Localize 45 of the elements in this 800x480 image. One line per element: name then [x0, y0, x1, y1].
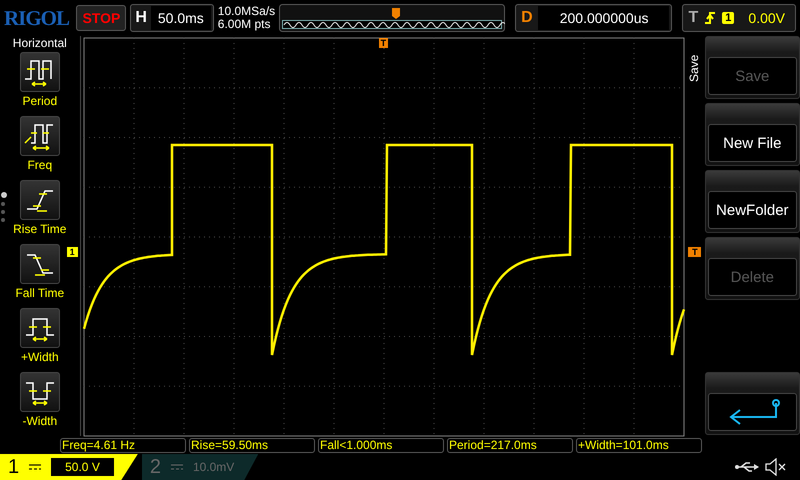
fall-measure-button[interactable]: [20, 244, 60, 284]
trigger-level-marker[interactable]: T: [688, 247, 701, 257]
horizontal-label: H: [134, 9, 148, 27]
delay-display[interactable]: D 200.000000us: [515, 4, 672, 32]
menu-button[interactable]: NewFolder: [708, 191, 797, 229]
back-button[interactable]: [708, 393, 797, 431]
menu-button[interactable]: New File: [708, 124, 797, 162]
pwidth-measure-button[interactable]: [20, 308, 60, 348]
menu-title: Horizontal: [12, 36, 67, 50]
measure-label: Period: [22, 94, 58, 108]
horizontal-scale-value: 50.0ms: [150, 6, 211, 30]
memory-depth: 6.00M pts: [218, 18, 272, 31]
measurement-readout: Fall<1.000ms: [318, 438, 444, 452]
measurement-readout: Freq=4.61 Hz: [60, 438, 186, 452]
dc-coupling-icon: [170, 463, 183, 471]
channel-offset-marker[interactable]: 1: [66, 247, 78, 257]
trigger-position-marker[interactable]: T: [378, 38, 388, 48]
trigger-display[interactable]: T 1 0.00V: [682, 4, 796, 32]
measure-label: Rise Time: [13, 222, 66, 236]
measure-label: +Width: [20, 350, 59, 364]
measure-label: Fall Time: [15, 286, 64, 300]
brand-logo: RIGOL: [4, 6, 70, 30]
measurement-readout: Period=217.0ms: [447, 438, 573, 452]
usb-icon: [734, 460, 760, 474]
trigger-level: 0.00V: [748, 10, 785, 26]
period-measure-button[interactable]: [20, 52, 60, 92]
trigger-source: 1: [722, 12, 734, 24]
delay-label: D: [520, 9, 534, 27]
trigger-label: T: [688, 9, 698, 27]
dc-coupling-icon: [29, 463, 42, 471]
rising-edge-icon: [704, 11, 716, 25]
measure-label: -Width: [22, 414, 58, 428]
measure-label: Freq: [27, 158, 52, 172]
channel-tab[interactable]: 1 50.0 V: [0, 454, 138, 480]
nwidth-measure-button[interactable]: [20, 372, 60, 412]
delay-value: 200.000000us: [538, 6, 668, 30]
rise-measure-button[interactable]: [20, 180, 60, 220]
run-state-indicator[interactable]: STOP: [76, 5, 126, 31]
freq-measure-button[interactable]: [20, 116, 60, 156]
menu-title: Save: [686, 54, 702, 84]
horizontal-scale-display[interactable]: H 50.0ms: [130, 4, 214, 32]
muted-speaker-icon: [764, 458, 786, 476]
measurement-readout: Rise=59.50ms: [189, 438, 315, 452]
sample-rate: 10.0MSa/s: [218, 5, 276, 18]
measurement-readout: +Width=101.0ms: [576, 438, 702, 452]
